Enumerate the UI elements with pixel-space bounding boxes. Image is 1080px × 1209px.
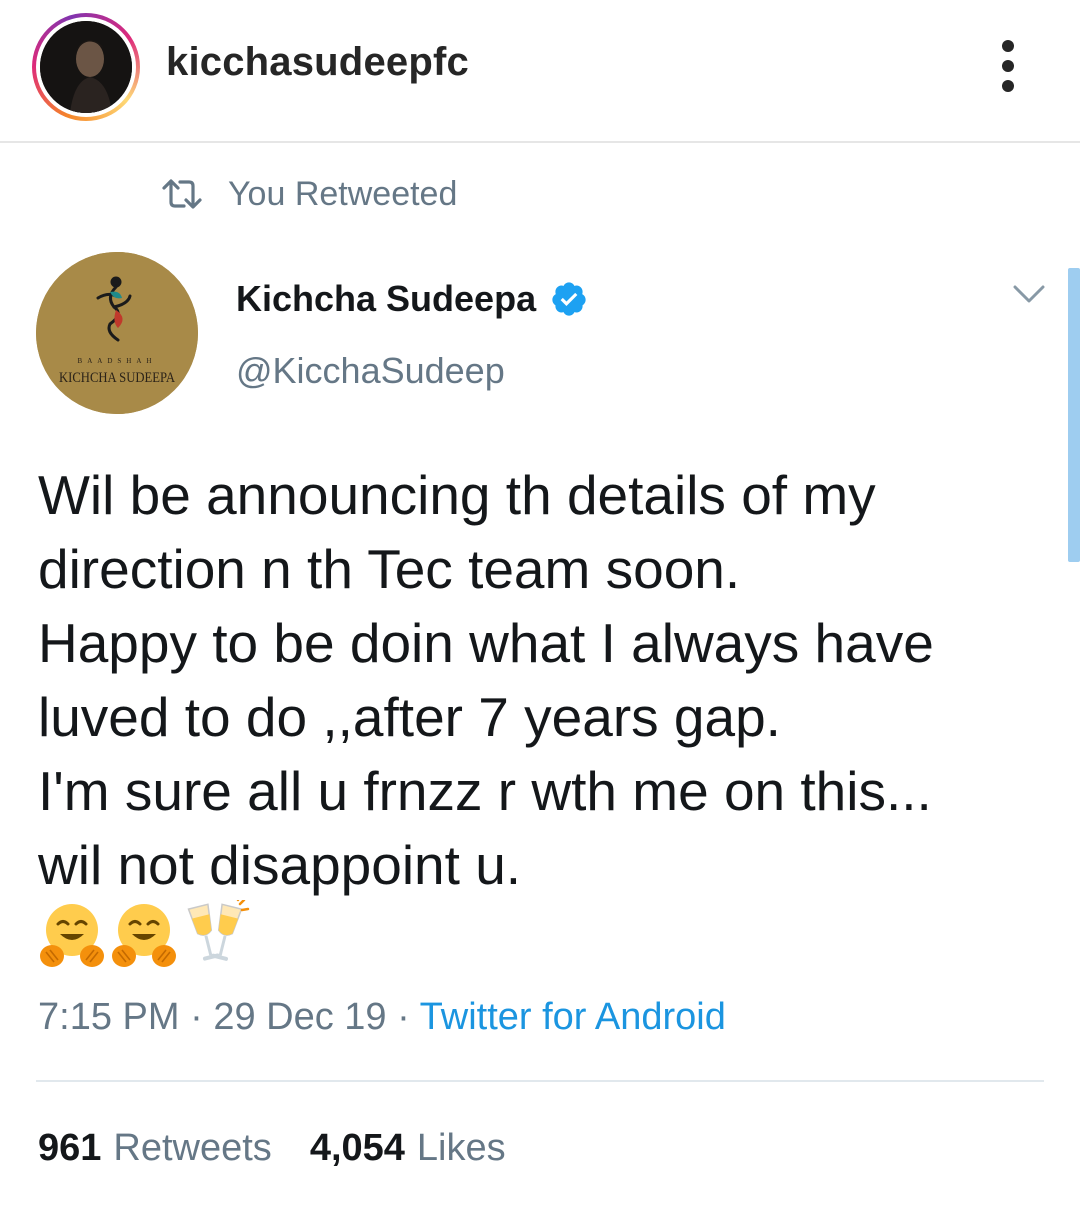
meta-separator: · [397,996,410,1038]
meta-separator: · [190,996,203,1038]
tweet-text-line: luved to do ,,after 7 years gap. [38,686,781,748]
profile-avatar[interactable] [40,21,132,113]
instagram-post-header: kicchasudeepfc [0,0,1080,143]
hugging-face-icon [40,904,104,967]
logo-top-text: BAADSHAH [78,357,157,365]
tweet-text-line: direction n th Tec team soon. [38,538,741,600]
profile-photo-icon [40,21,132,113]
retweets-count: 961 [38,1127,102,1169]
retweet-context: You Retweeted [160,172,457,216]
tweet-text-line: Happy to be doin what I always have [38,612,934,674]
clinking-glasses-icon [187,900,250,961]
likes-stat[interactable]: 4,054 Likes [310,1127,506,1170]
instagram-username[interactable]: kicchasudeepfc [166,40,469,85]
author-name-row[interactable]: Kichcha Sudeepa [236,278,588,320]
story-ring[interactable] [32,13,140,121]
logo-bottom-text: KICHCHA SUDEEPA [59,370,175,386]
scrollbar[interactable] [1068,268,1080,562]
author-avatar[interactable]: BAADSHAH KICHCHA SUDEEPA [36,252,198,414]
baadshah-logo-icon: BAADSHAH KICHCHA SUDEEPA [36,252,198,414]
retweets-label: Retweets [113,1127,272,1169]
tweet-stats: 961 Retweets 4,054 Likes [38,1127,544,1170]
tweet-date: 29 Dec 19 [213,996,387,1038]
tweet-emojis [38,900,250,970]
tweet-text-line: Wil be announcing th details of my [38,464,876,526]
retweet-icon [162,179,202,209]
tweet-meta: 7:15 PM · 29 Dec 19 · Twitter for Androi… [38,996,726,1039]
author-name[interactable]: Kichcha Sudeepa [236,278,536,320]
verified-badge-icon [552,282,586,316]
tweet-text: Wil be announcing th details of my direc… [38,458,1048,902]
more-vertical-icon[interactable] [996,40,1020,94]
divider [36,1080,1044,1082]
hugging-face-icon [112,904,176,967]
author-handle[interactable]: @KicchaSudeep [236,350,505,392]
tweet-text-line: wil not disappoint u. [38,834,522,896]
tweet-time: 7:15 PM [38,996,180,1038]
tweet-text-line: I'm sure all u frnzz r wth me on this... [38,760,932,822]
tweet-source-link[interactable]: Twitter for Android [420,996,726,1038]
retweet-label: You Retweeted [228,174,458,213]
retweets-stat[interactable]: 961 Retweets [38,1127,272,1170]
likes-count: 4,054 [309,1127,405,1169]
likes-label: Likes [416,1127,506,1169]
chevron-down-icon[interactable] [1012,282,1046,306]
